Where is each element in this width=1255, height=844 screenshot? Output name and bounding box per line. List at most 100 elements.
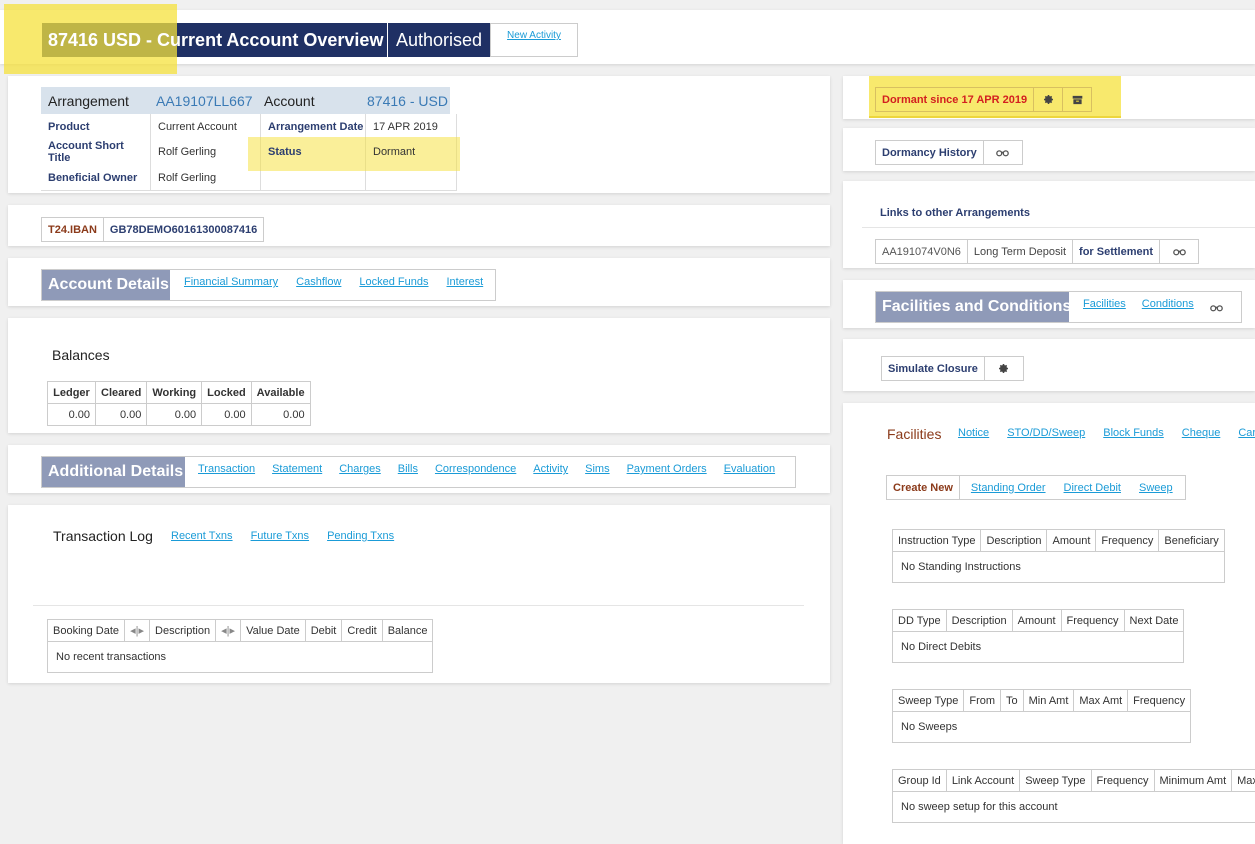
link-locked-funds[interactable]: Locked Funds	[359, 276, 428, 288]
col-header: Instruction Type	[891, 529, 982, 552]
standing-instructions-table: Instruction Type Description Amount Freq…	[891, 529, 1225, 583]
binoculars-icon[interactable]	[1160, 240, 1198, 263]
simulate-closure-label[interactable]: Simulate Closure	[882, 357, 985, 380]
link-block-funds[interactable]: Block Funds	[1103, 427, 1164, 439]
link-recent-txns[interactable]: Recent Txns	[171, 530, 233, 542]
create-new-box: Create New Standing Order Direct Debit S…	[886, 475, 1186, 500]
row-value: Rolf Gerling	[150, 165, 261, 191]
iban-box: T24.IBAN GB78DEMO60161300087416	[41, 217, 265, 242]
sort-icon[interactable]: ◂|▸	[124, 619, 151, 642]
balance-value: 0.00	[146, 403, 203, 426]
sweep-setup-header-row: Group Id Link Account Sweep Type Frequen…	[892, 769, 1255, 792]
account-value-link[interactable]: 87416 - USD	[367, 93, 448, 109]
row-value: Dormant	[365, 139, 457, 165]
new-activity-link[interactable]: New Activity	[507, 30, 561, 41]
link-cheque[interactable]: Cheque	[1182, 427, 1221, 439]
col-header: Debit	[304, 619, 343, 642]
link-direct-debit[interactable]: Direct Debit	[1064, 482, 1121, 494]
archive-icon[interactable]	[1063, 88, 1091, 111]
sweeps-table: Sweep Type From To Min Amt Max Amt Frequ…	[891, 689, 1192, 743]
facilities-conditions-links: Facilities Conditions	[1069, 292, 1223, 322]
additional-details-bar: Additional Details Transaction Statement…	[41, 456, 796, 488]
link-pending-txns[interactable]: Pending Txns	[327, 530, 394, 542]
gear-icon[interactable]	[985, 357, 1023, 380]
col-header: Frequency	[1060, 609, 1125, 632]
col-header: Description	[149, 619, 217, 642]
balances-value-row: 0.00 0.00 0.00 0.00 0.00	[47, 403, 311, 426]
sort-icon[interactable]: ◂|▸	[215, 619, 242, 642]
binoculars-icon[interactable]	[984, 141, 1022, 164]
transactions-header-row: Booking Date ◂|▸ Description ◂|▸ Value D…	[46, 619, 434, 642]
link-cashflow[interactable]: Cashflow	[296, 276, 341, 288]
transactions-table: Booking Date ◂|▸ Description ◂|▸ Value D…	[46, 619, 434, 673]
col-header: Sweep Type	[1019, 769, 1092, 792]
link-facilities[interactable]: Facilities	[1083, 298, 1126, 310]
balances-table: Ledger Cleared Working Locked Available …	[47, 381, 311, 426]
dormancy-history-box: Dormancy History	[875, 140, 1023, 165]
row-key: Product	[41, 114, 151, 139]
col-header: Sweep Type	[891, 689, 965, 712]
additional-details-title: Additional Details	[42, 457, 185, 487]
sweep-setup-empty-row: No sweep setup for this account	[892, 791, 1255, 823]
link-charges[interactable]: Charges	[339, 463, 381, 475]
links-divider	[862, 227, 1255, 228]
link-correspondence[interactable]: Correspondence	[435, 463, 516, 475]
link-card[interactable]: Card	[1238, 427, 1255, 439]
arrangement-id-link[interactable]: AA19107LL667	[156, 93, 264, 109]
standing-empty-row: No Standing Instructions	[892, 551, 1225, 583]
col-header: Max Amt	[1073, 689, 1129, 712]
link-conditions[interactable]: Conditions	[1142, 298, 1194, 310]
empty-message: No Sweeps	[891, 711, 1192, 743]
binoculars-icon[interactable]	[1209, 299, 1223, 317]
link-evaluation[interactable]: Evaluation	[724, 463, 775, 475]
link-sweep[interactable]: Sweep	[1139, 482, 1173, 494]
facilities-conditions-title: Facilities and Conditions	[876, 292, 1071, 322]
links-title: Links to other Arrangements	[880, 207, 1030, 219]
sweeps-header-row: Sweep Type From To Min Amt Max Amt Frequ…	[891, 689, 1192, 712]
balance-value: 0.00	[201, 403, 252, 426]
balance-header: Locked	[201, 381, 252, 404]
row-value: 17 APR 2019	[365, 114, 457, 139]
linked-arrangement-id[interactable]: AA191074V0N6	[876, 240, 968, 263]
additional-details-links: Transaction Statement Charges Bills Corr…	[185, 457, 775, 487]
status-badge-text: Authorised	[395, 29, 483, 50]
col-header: Frequency	[1090, 769, 1155, 792]
link-transaction[interactable]: Transaction	[198, 463, 255, 475]
link-payment-orders[interactable]: Payment Orders	[627, 463, 707, 475]
balance-header: Cleared	[94, 381, 148, 404]
link-statement[interactable]: Statement	[272, 463, 322, 475]
empty-message: No Standing Instructions	[892, 551, 1225, 583]
col-header: From	[963, 689, 1002, 712]
link-financial-summary[interactable]: Financial Summary	[184, 276, 278, 288]
link-notice[interactable]: Notice	[958, 427, 989, 439]
gear-icon[interactable]	[1034, 88, 1064, 111]
new-activity-box: New Activity	[490, 23, 578, 57]
sweeps-empty-row: No Sweeps	[891, 711, 1192, 743]
divider	[33, 605, 804, 606]
empty-message: No Direct Debits	[891, 631, 1185, 663]
facilities-title: Facilities	[887, 426, 942, 442]
dormant-label: Dormant since 17 APR 2019	[876, 88, 1035, 111]
balance-header: Working	[146, 381, 203, 404]
standing-header-row: Instruction Type Description Amount Freq…	[891, 529, 1225, 552]
col-header: Description	[980, 529, 1048, 552]
dormancy-history-label[interactable]: Dormancy History	[876, 141, 984, 164]
link-future-txns[interactable]: Future Txns	[251, 530, 310, 542]
dormant-box: Dormant since 17 APR 2019	[875, 87, 1093, 112]
link-bills[interactable]: Bills	[398, 463, 418, 475]
link-sims[interactable]: Sims	[585, 463, 609, 475]
balances-header-row: Ledger Cleared Working Locked Available	[47, 381, 311, 404]
link-interest[interactable]: Interest	[447, 276, 484, 288]
link-activity[interactable]: Activity	[533, 463, 568, 475]
col-header: Group Id	[892, 769, 947, 792]
col-header: Link Account	[945, 769, 1021, 792]
simulate-closure-box: Simulate Closure	[881, 356, 1024, 381]
col-header: Maximum Amt	[1231, 769, 1255, 792]
link-sto-dd-sweep[interactable]: STO/DD/Sweep	[1007, 427, 1085, 439]
link-standing-order[interactable]: Standing Order	[971, 482, 1046, 494]
col-header: Frequency	[1127, 689, 1192, 712]
account-label: Account	[264, 92, 315, 109]
transactions-empty-row: No recent transactions	[46, 641, 434, 673]
arrangement-row: Product Current Account Arrangement Date…	[41, 114, 457, 139]
col-header: Beneficiary	[1158, 529, 1225, 552]
